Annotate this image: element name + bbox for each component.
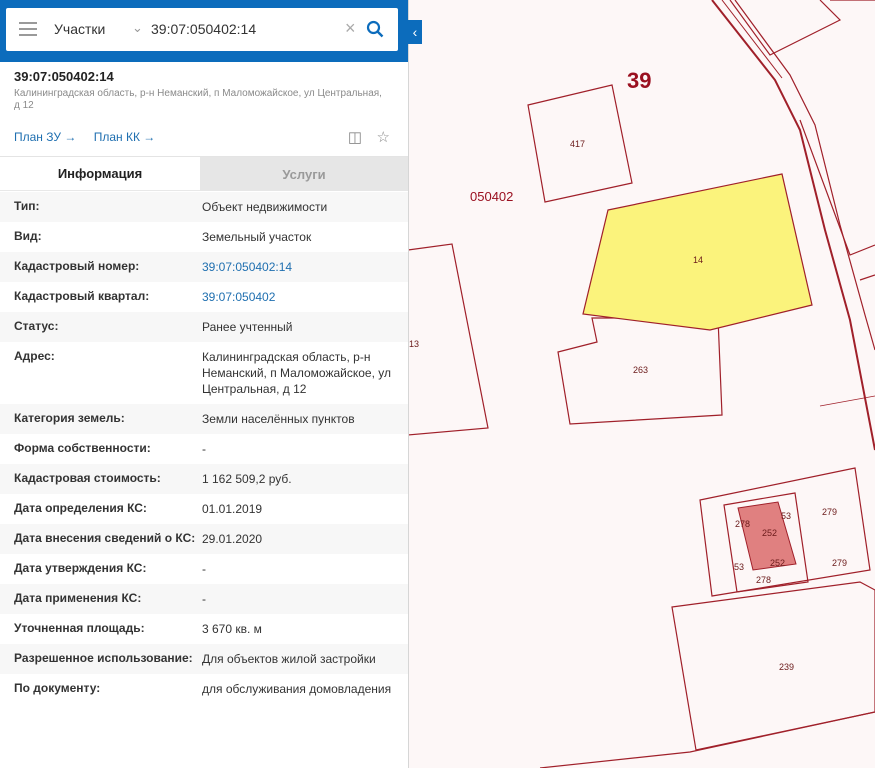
parcel-label: 239 xyxy=(779,662,794,672)
info-row-key: Дата определения КС: xyxy=(14,501,147,515)
info-table: Тип: Объект недвижимости Вид: Земельный уча… xyxy=(0,192,408,704)
clear-icon[interactable]: × xyxy=(345,18,356,39)
parcel-label: 252 xyxy=(762,528,777,538)
info-row-key: Дата утверждения КС: xyxy=(14,561,147,575)
info-row: Дата применения КС: - xyxy=(0,584,408,614)
parcel-label: 278 xyxy=(756,575,771,585)
info-row-key: Дата внесения сведений о КС: xyxy=(14,531,196,545)
search-icon[interactable] xyxy=(366,20,384,38)
parcel-label: 14 xyxy=(693,255,703,265)
info-row: Статус: Ранее учтенный xyxy=(0,312,408,342)
star-icon[interactable]: ☆ xyxy=(377,128,390,146)
info-row-value[interactable]: 39:07:050402:14 xyxy=(202,259,397,275)
info-row-key: Кадастровая стоимость: xyxy=(14,471,161,485)
info-row-key: Вид: xyxy=(14,229,42,243)
info-row: Разрешенное использование: Для объектов ж… xyxy=(0,644,408,674)
info-row-key: Разрешенное использование: xyxy=(14,651,193,665)
parcel-label: 279 xyxy=(822,507,837,517)
type-select-value: Участки xyxy=(54,21,106,37)
info-row-value: для обслуживания домовладения xyxy=(202,682,392,696)
tab-information[interactable]: Информация xyxy=(0,157,200,191)
info-row-value: 1 162 509,2 руб. xyxy=(202,472,292,486)
info-row: Кадастровый квартал: 39:07:050402 xyxy=(0,282,408,312)
info-row-value: - xyxy=(202,442,206,456)
info-row-value: 29.01.2020 xyxy=(202,532,263,546)
info-row: Вид: Земельный участок xyxy=(0,222,408,252)
zoom-to-object-icon[interactable]: ◫ xyxy=(348,128,362,146)
info-row: Дата внесения сведений о КС: 29.01.2020 xyxy=(0,524,408,554)
info-row-key: По документу: xyxy=(14,681,101,695)
object-header: 39:07:050402:14 Калининградская область,… xyxy=(0,62,408,156)
info-row: Категория земель: Земли населённых пункто… xyxy=(0,404,408,434)
search-box: Участки ⌄ 39:07:050402:14 × xyxy=(6,8,398,51)
info-row-key: Дата применения КС: xyxy=(14,591,142,605)
info-panel: Участки ⌄ 39:07:050402:14 × 39:07:050402… xyxy=(0,0,409,768)
parcel-label: 263 xyxy=(633,365,648,375)
object-id: 39:07:050402:14 xyxy=(14,69,114,84)
info-row-key: Статус: xyxy=(14,319,59,333)
tabs: Информация Услуги xyxy=(0,156,408,191)
plan-zu-link[interactable]: План ЗУ → xyxy=(14,130,76,144)
info-row-key: Категория земель: xyxy=(14,411,125,425)
type-select[interactable]: Участки ⌄ xyxy=(54,20,146,37)
info-row-value: Объект недвижимости xyxy=(202,200,328,214)
object-address: Калининградская область, р-н Неманский, … xyxy=(14,88,382,111)
info-row-value: Ранее учтенный xyxy=(202,320,293,334)
search-input[interactable]: 39:07:050402:14 xyxy=(151,21,256,37)
parcel-label: 278 xyxy=(735,519,750,529)
parcel-label: 13 xyxy=(409,339,419,349)
info-row: Адрес: Калининградская область, р-н Неман… xyxy=(0,342,408,404)
info-row-key: Кадастровый квартал: xyxy=(14,289,150,303)
info-row-value[interactable]: 39:07:050402 xyxy=(202,289,397,305)
info-row: Дата определения КС: 01.01.2019 xyxy=(0,494,408,524)
plan-kk-link[interactable]: План КК → xyxy=(94,130,156,144)
district-label: 39 xyxy=(627,68,651,93)
info-row: Дата утверждения КС: - xyxy=(0,554,408,584)
parcel-label: 53 xyxy=(781,511,791,521)
parcel-label: 279 xyxy=(832,558,847,568)
info-row: Кадастровая стоимость: 1 162 509,2 руб. xyxy=(0,464,408,494)
menu-icon[interactable] xyxy=(19,22,37,36)
quarter-label: 050402 xyxy=(470,189,513,204)
info-row-key: Форма собственности: xyxy=(14,441,151,455)
info-row-value: Земельный участок xyxy=(202,230,312,244)
info-row-key: Уточненная площадь: xyxy=(14,621,145,635)
info-row-value: - xyxy=(202,592,206,606)
info-row-key: Тип: xyxy=(14,199,40,213)
info-row-value: - xyxy=(202,562,206,576)
collapse-panel-icon[interactable]: ‹ xyxy=(408,20,422,44)
parcel-label: 417 xyxy=(570,139,585,149)
info-row: Тип: Объект недвижимости xyxy=(0,192,408,222)
info-row: Форма собственности: - xyxy=(0,434,408,464)
info-row-value: 3 670 кв. м xyxy=(202,622,262,636)
search-bar: Участки ⌄ 39:07:050402:14 × xyxy=(0,0,408,62)
info-row-value: Калининградская область, р-н Неманский, … xyxy=(202,350,391,396)
info-row-value: Для объектов жилой застройки xyxy=(202,652,376,666)
info-row-value: Земли населённых пунктов xyxy=(202,412,355,426)
info-row: По документу: для обслуживания домовладен… xyxy=(0,674,408,704)
info-row-value: 01.01.2019 xyxy=(202,502,263,516)
info-row: Кадастровый номер: 39:07:050402:14 xyxy=(0,252,408,282)
info-row-key: Кадастровый номер: xyxy=(14,259,140,273)
info-row: Уточненная площадь: 3 670 кв. м xyxy=(0,614,408,644)
tab-services[interactable]: Услуги xyxy=(200,157,408,191)
parcel-label: 252 xyxy=(770,558,785,568)
chevron-down-icon: ⌄ xyxy=(132,20,143,35)
parcel-label: 53 xyxy=(734,562,744,572)
info-row-key: Адрес: xyxy=(14,349,55,363)
